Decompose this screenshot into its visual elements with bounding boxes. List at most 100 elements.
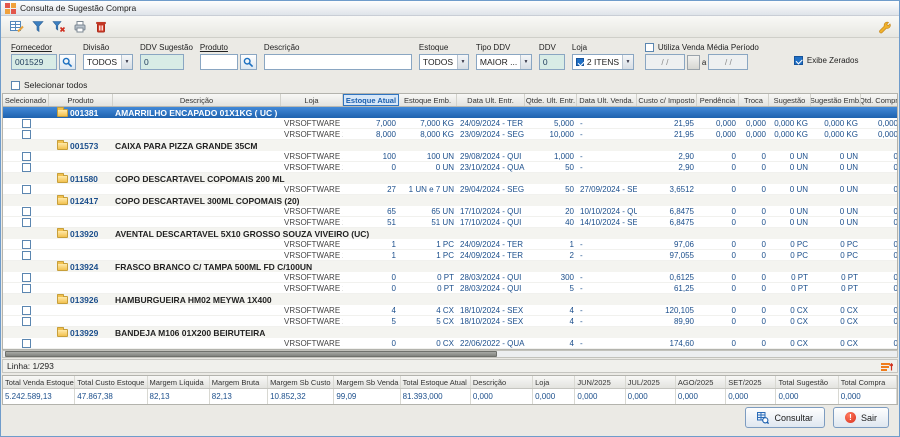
sort-indicator-icon[interactable] bbox=[881, 361, 893, 372]
column-header-troca[interactable]: Troca bbox=[739, 94, 769, 106]
column-header-estoque-emb[interactable]: Estoque Emb. bbox=[399, 94, 457, 106]
store-row[interactable]: VRSOFTWARE 255 CX18/10/2024 - SEX4-89,90… bbox=[3, 316, 897, 327]
row-checkbox[interactable] bbox=[22, 339, 31, 348]
store-row[interactable]: VRSOFTWARE 1271 UN e 7 UN29/04/2024 - SE… bbox=[3, 184, 897, 195]
cell-troca: 0 bbox=[739, 338, 769, 348]
loja-multiselect[interactable]: 2 ITENS ▼ bbox=[572, 54, 634, 70]
store-row[interactable]: VRSOFTWARE 100 CX22/06/2022 - QUA4-174,6… bbox=[3, 338, 897, 349]
product-group-row[interactable]: 001573CAIXA PARA PIZZA GRANDE 35CM bbox=[3, 140, 897, 151]
row-checkbox[interactable] bbox=[22, 130, 31, 139]
cell-sugestao-emb: 0 UN bbox=[811, 184, 861, 194]
descricao-input[interactable] bbox=[264, 54, 412, 70]
chevron-down-icon: ▼ bbox=[520, 55, 531, 69]
product-group-row[interactable]: 013929BANDEJA M106 01X200 BEIRUTEIRA bbox=[3, 327, 897, 338]
store-row[interactable]: VRSOFTWARE 211 PC24/09/2024 - TER2-97,05… bbox=[3, 250, 897, 261]
column-header-loja[interactable]: Loja bbox=[281, 94, 343, 106]
results-grid: SelecionadoProdutoDescriçãoLojaEstoque A… bbox=[2, 93, 898, 350]
sair-button[interactable]: ! Sair bbox=[833, 407, 889, 428]
row-checkbox[interactable] bbox=[22, 240, 31, 249]
delete-icon[interactable] bbox=[91, 18, 110, 36]
totals-header-cell: Loja bbox=[533, 376, 575, 388]
spacer-cell bbox=[49, 283, 281, 293]
select-all-checkbox[interactable] bbox=[11, 81, 20, 90]
column-header-produto[interactable]: Produto bbox=[49, 94, 113, 106]
cell-sugestao: 0 PT bbox=[769, 283, 811, 293]
store-row[interactable]: VRSOFTWARE 200 UN23/10/2024 - QUA50-2,90… bbox=[3, 162, 897, 173]
produto-label[interactable]: Produto bbox=[200, 43, 257, 52]
periodo-fim-input[interactable] bbox=[708, 54, 748, 70]
totals-header-cell: Margem Sb Venda bbox=[334, 376, 400, 388]
periodo-inicio-input[interactable] bbox=[645, 54, 685, 70]
product-group-row[interactable]: 013924FRASCO BRANCO C/ TAMPA 500ML FD C/… bbox=[3, 261, 897, 272]
store-row[interactable]: VRSOFTWARE 100 PT28/03/2024 - QUI300-0,6… bbox=[3, 272, 897, 283]
cell-troca: 0 bbox=[739, 217, 769, 227]
divisao-select[interactable]: TODOS ▼ bbox=[83, 54, 133, 70]
column-header-pendencia[interactable]: Pendência bbox=[697, 94, 739, 106]
estoque-select[interactable]: TODOS ▼ bbox=[419, 54, 469, 70]
utiliza-venda-media-checkbox[interactable]: Utiliza Venda Média Período bbox=[645, 43, 759, 52]
ddv-input[interactable] bbox=[539, 54, 565, 70]
fornecedor-label[interactable]: Fornecedor bbox=[11, 43, 76, 52]
column-header-descricao[interactable]: Descrição bbox=[113, 94, 281, 106]
column-header-estoque-atual[interactable]: Estoque Atual bbox=[343, 94, 399, 106]
totals-value-cell: 99,09 bbox=[334, 389, 400, 404]
store-row[interactable]: VRSOFTWARE 16565 UN17/10/2024 - QUI2010/… bbox=[3, 206, 897, 217]
column-header-qtde-ult-entr[interactable]: Qtde. Ult. Entr. bbox=[525, 94, 577, 106]
row-checkbox[interactable] bbox=[22, 185, 31, 194]
horizontal-scrollbar[interactable] bbox=[2, 350, 898, 358]
column-header-data-ult-venda[interactable]: Data Ult. Venda. bbox=[577, 94, 637, 106]
fornecedor-input[interactable] bbox=[11, 54, 57, 70]
product-group-row[interactable]: 001381AMARRILHO ENCAPADO 01X1KG ( UC ) bbox=[3, 107, 897, 118]
column-header-custo-imposto[interactable]: Custo c/ Imposto bbox=[637, 94, 697, 106]
consultar-button[interactable]: Consultar bbox=[745, 407, 825, 428]
cell-estoque-emb: 8,000 KG bbox=[399, 129, 457, 139]
cell-data-ult-venda: - bbox=[577, 129, 637, 139]
calendar-button[interactable] bbox=[687, 55, 700, 70]
exibe-zerados-checkbox[interactable]: Exibe Zerados bbox=[794, 56, 859, 65]
row-checkbox[interactable] bbox=[22, 306, 31, 315]
row-checkbox[interactable] bbox=[22, 119, 31, 128]
cell-sugestao-emb: 0 PT bbox=[811, 272, 861, 282]
cell-sugestao: 0,000 KG bbox=[769, 118, 811, 128]
fornecedor-lookup-button[interactable] bbox=[59, 54, 76, 70]
product-group-row[interactable]: 012417COPO DESCARTAVEL 300ML COPOMAIS (2… bbox=[3, 195, 897, 206]
product-description: CAIXA PARA PIZZA GRANDE 35CM bbox=[113, 140, 897, 151]
filter-clear-icon[interactable] bbox=[49, 18, 68, 36]
store-row[interactable]: VRSOFTWARE 17,0007,000 KG24/09/2024 - TE… bbox=[3, 118, 897, 129]
cell-qtd-compra: 0 bbox=[861, 206, 897, 216]
store-row[interactable]: VRSOFTWARE 200 PT28/03/2024 - QUI5-61,25… bbox=[3, 283, 897, 294]
filter-icon[interactable] bbox=[28, 18, 47, 36]
hscroll-thumb[interactable] bbox=[5, 351, 497, 357]
column-header-data-ult-entr[interactable]: Data Ult. Entr. bbox=[457, 94, 525, 106]
row-checkbox[interactable] bbox=[22, 273, 31, 282]
column-header-sugestao[interactable]: Sugestão bbox=[769, 94, 811, 106]
row-checkbox[interactable] bbox=[22, 152, 31, 161]
store-row[interactable]: VRSOFTWARE 144 CX18/10/2024 - SEX4-120,1… bbox=[3, 305, 897, 316]
produto-lookup-button[interactable] bbox=[240, 54, 257, 70]
row-checkbox[interactable] bbox=[22, 207, 31, 216]
select-cell bbox=[3, 129, 49, 139]
column-header-qtd-compra[interactable]: Qtd. Compra bbox=[861, 94, 898, 106]
store-row[interactable]: VRSOFTWARE 111 PC24/09/2024 - TER1-97,06… bbox=[3, 239, 897, 250]
product-group-row[interactable]: 013926HAMBURGUEIRA HM02 MEYWA 1X400 bbox=[3, 294, 897, 305]
grid-edit-icon[interactable] bbox=[7, 18, 26, 36]
store-row[interactable]: VRSOFTWARE 28,0008,000 KG23/09/2024 - SE… bbox=[3, 129, 897, 140]
row-checkbox[interactable] bbox=[22, 284, 31, 293]
produto-input[interactable] bbox=[200, 54, 238, 70]
tools-icon[interactable] bbox=[874, 18, 893, 36]
cell-sugestao-emb: 0 UN bbox=[811, 162, 861, 172]
spacer-cell bbox=[49, 118, 281, 128]
row-checkbox[interactable] bbox=[22, 251, 31, 260]
row-checkbox[interactable] bbox=[22, 218, 31, 227]
column-header-selecionado[interactable]: Selecionado bbox=[3, 94, 49, 106]
product-group-row[interactable]: 013920AVENTAL DESCARTAVEL 5X10 GROSSO SO… bbox=[3, 228, 897, 239]
product-group-row[interactable]: 011580COPO DESCARTAVEL COPOMAIS 200 ML bbox=[3, 173, 897, 184]
ddv-sugestao-input[interactable] bbox=[140, 54, 184, 70]
store-row[interactable]: VRSOFTWARE 1100100 UN29/08/2024 - QUI1,0… bbox=[3, 151, 897, 162]
row-checkbox[interactable] bbox=[22, 163, 31, 172]
print-icon[interactable] bbox=[70, 18, 89, 36]
tipo-ddv-select[interactable]: MAIOR ... ▼ bbox=[476, 54, 532, 70]
column-header-sugestao-emb[interactable]: Sugestão Emb. bbox=[811, 94, 861, 106]
row-checkbox[interactable] bbox=[22, 317, 31, 326]
store-row[interactable]: VRSOFTWARE 25151 UN17/10/2024 - QUI4014/… bbox=[3, 217, 897, 228]
